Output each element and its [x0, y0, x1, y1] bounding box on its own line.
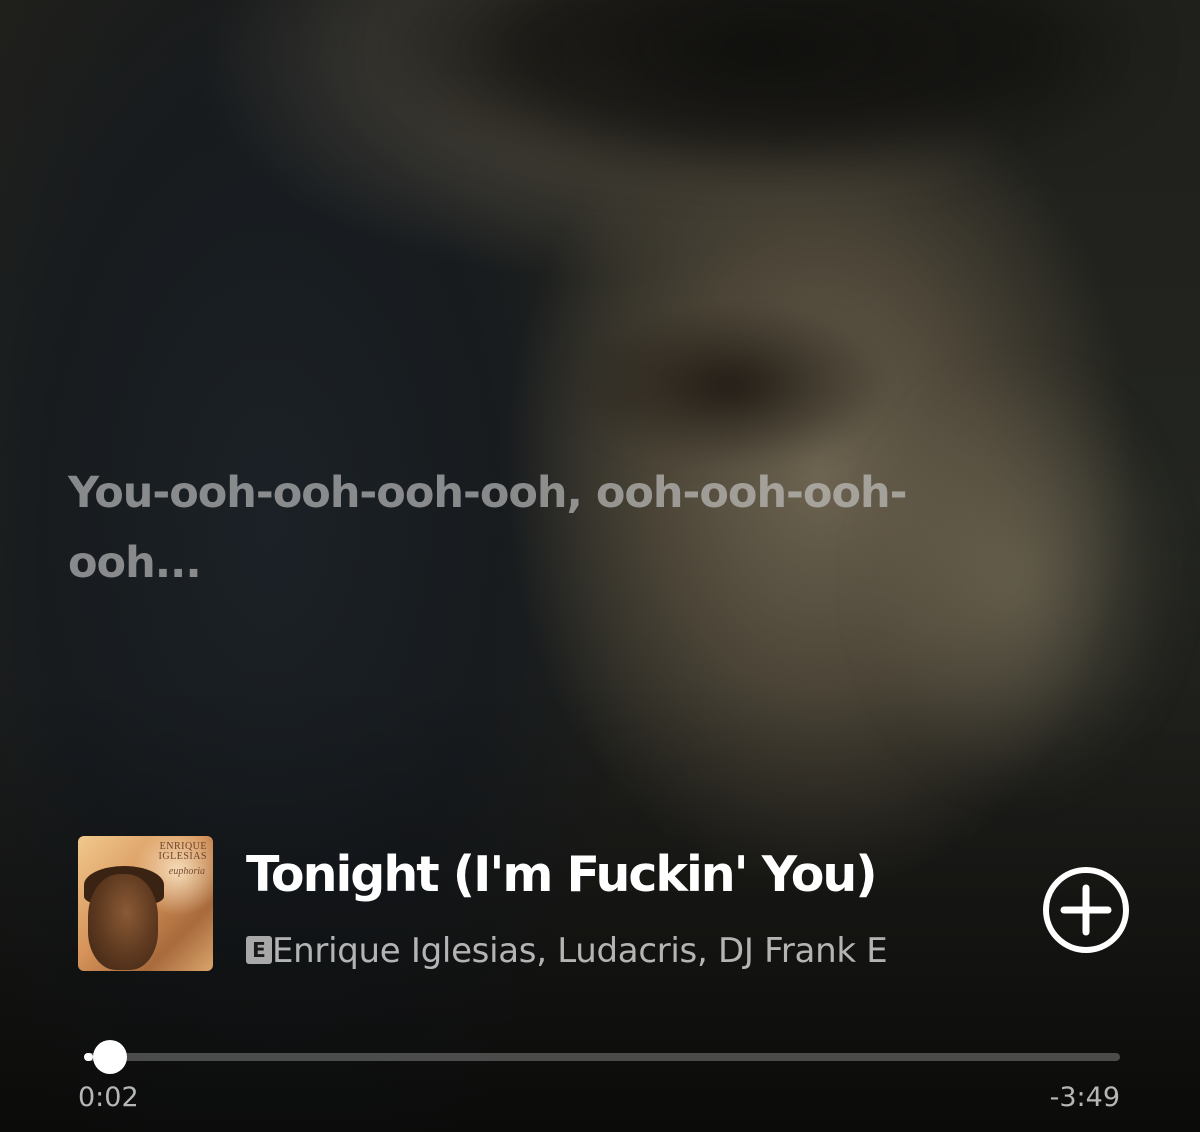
progress-track [84, 1053, 1120, 1061]
album-art[interactable]: ENRIQUE IGLESIAS euphoria [78, 836, 213, 971]
plus-circle-icon [1043, 867, 1129, 953]
artist-row[interactable]: E Enrique Iglesias, Ludacris, DJ Frank E [246, 928, 966, 974]
lyrics-line[interactable]: You-ooh-ooh-ooh-ooh, ooh-ooh-ooh-ooh... [68, 458, 948, 598]
now-playing-track: ENRIQUE IGLESIAS euphoria Tonight (I'm F… [78, 836, 1138, 972]
playback-progress-slider[interactable] [84, 1040, 1120, 1074]
album-art-album-text: euphoria [168, 866, 205, 877]
add-to-library-button[interactable] [1040, 864, 1132, 956]
song-title[interactable]: Tonight (I'm Fuckin' You) [246, 840, 878, 910]
album-art-artist-text: ENRIQUE IGLESIAS [158, 841, 207, 862]
remaining-time: -3:49 [1049, 1082, 1120, 1113]
explicit-badge: E [246, 936, 272, 964]
elapsed-time: 0:02 [78, 1082, 139, 1113]
artist-names[interactable]: Enrique Iglesias, Ludacris, DJ Frank E [272, 928, 888, 974]
